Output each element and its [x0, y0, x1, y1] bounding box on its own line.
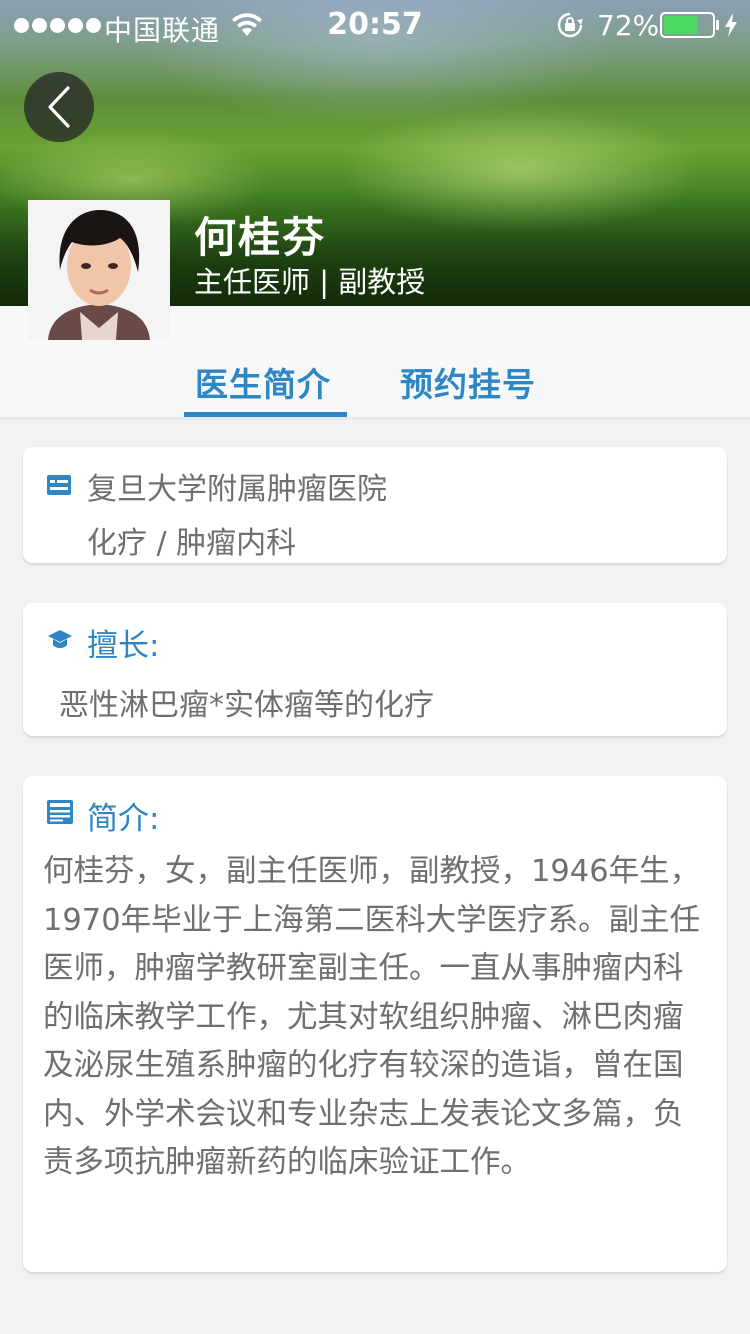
- specialty-card: 擅长: 恶性淋巴瘤*实体瘤等的化疗: [23, 603, 727, 736]
- specialty-text: 恶性淋巴瘤*实体瘤等的化疗: [59, 688, 434, 723]
- status-bar: 中国联通 20:57 72%: [0, 0, 750, 50]
- department-name: 化疗 / 肿瘤内科: [87, 526, 297, 561]
- battery-icon: [660, 12, 719, 38]
- doctor-avatar: [28, 200, 170, 340]
- back-button[interactable]: [24, 72, 94, 142]
- doctor-name: 何桂芬: [194, 213, 327, 262]
- id-card-icon: [47, 475, 71, 495]
- biography-heading: 简介:: [87, 801, 160, 837]
- doctor-title: 主任医师 | 副教授: [194, 265, 426, 299]
- tab-appointment[interactable]: 预约挂号: [400, 358, 536, 406]
- hospital-card: 复旦大学附属肿瘤医院 化疗 / 肿瘤内科: [23, 447, 727, 563]
- tab-doctor-intro[interactable]: 医生简介: [195, 358, 331, 406]
- battery-percent: 72%: [597, 9, 660, 42]
- charging-bolt-icon: [725, 13, 737, 37]
- graduation-cap-icon: [48, 630, 72, 648]
- hospital-name: 复旦大学附属肿瘤医院: [87, 472, 387, 507]
- specialty-heading: 擅长:: [87, 628, 160, 664]
- rotation-lock-icon: [557, 12, 583, 38]
- chevron-left-icon: [48, 86, 70, 128]
- biography-text: 何桂芬，女，副主任医师，副教授，1946年生，1970年毕业于上海第二医科大学医…: [43, 854, 701, 1180]
- document-icon: [47, 800, 73, 824]
- biography-card: 简介: 何桂芬，女，副主任医师，副教授，1946年生，1970年毕业于上海第二医…: [23, 776, 727, 1272]
- active-tab-indicator: [184, 412, 347, 417]
